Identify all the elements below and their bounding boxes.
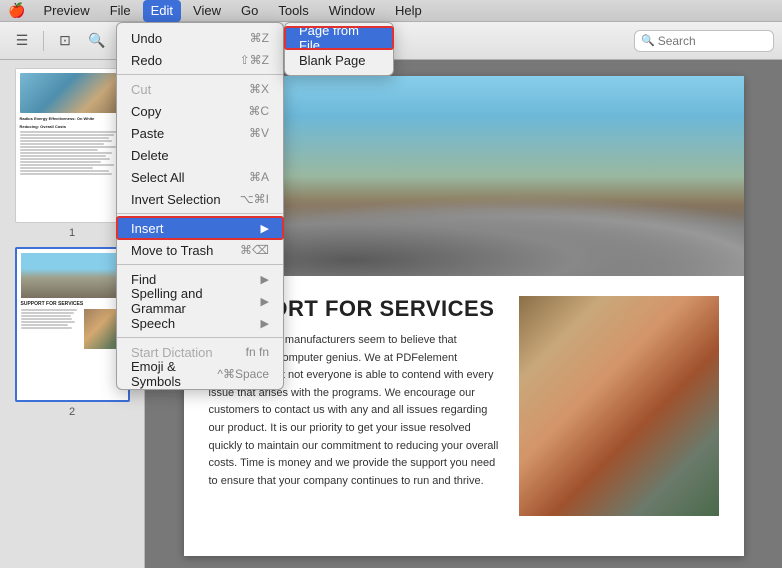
menu-insert[interactable]: Insert ▶ — [117, 217, 283, 239]
menu-spelling-grammar[interactable]: Spelling and Grammar ▶ — [117, 290, 283, 312]
menu-select-all[interactable]: Select All ⌘A — [117, 166, 283, 188]
menu-div-4 — [117, 337, 283, 338]
menu-div-2 — [117, 213, 283, 214]
menu-div-3 — [117, 264, 283, 265]
menu-redo[interactable]: Redo ⇧⌘Z — [117, 49, 283, 71]
dropdown-overlay[interactable]: Undo ⌘Z Redo ⇧⌘Z Cut ⌘X Copy ⌘C Paste ⌘V… — [0, 0, 782, 568]
edit-menu: Undo ⌘Z Redo ⇧⌘Z Cut ⌘X Copy ⌘C Paste ⌘V… — [116, 22, 284, 390]
menu-emoji-symbols[interactable]: Emoji & Symbols ^⌘Space — [117, 363, 283, 385]
menu-copy[interactable]: Copy ⌘C — [117, 100, 283, 122]
menu-cut[interactable]: Cut ⌘X — [117, 78, 283, 100]
menu-div-1 — [117, 74, 283, 75]
menu-delete[interactable]: Delete — [117, 144, 283, 166]
submenu-page-from-file[interactable]: Page from File... — [285, 27, 393, 49]
menu-speech[interactable]: Speech ▶ — [117, 312, 283, 334]
menu-move-to-trash[interactable]: Move to Trash ⌘⌫ — [117, 239, 283, 261]
insert-submenu: Page from File... Blank Page — [284, 22, 394, 76]
menu-paste[interactable]: Paste ⌘V — [117, 122, 283, 144]
menu-undo[interactable]: Undo ⌘Z — [117, 27, 283, 49]
menu-invert-selection[interactable]: Invert Selection ⌥⌘I — [117, 188, 283, 210]
